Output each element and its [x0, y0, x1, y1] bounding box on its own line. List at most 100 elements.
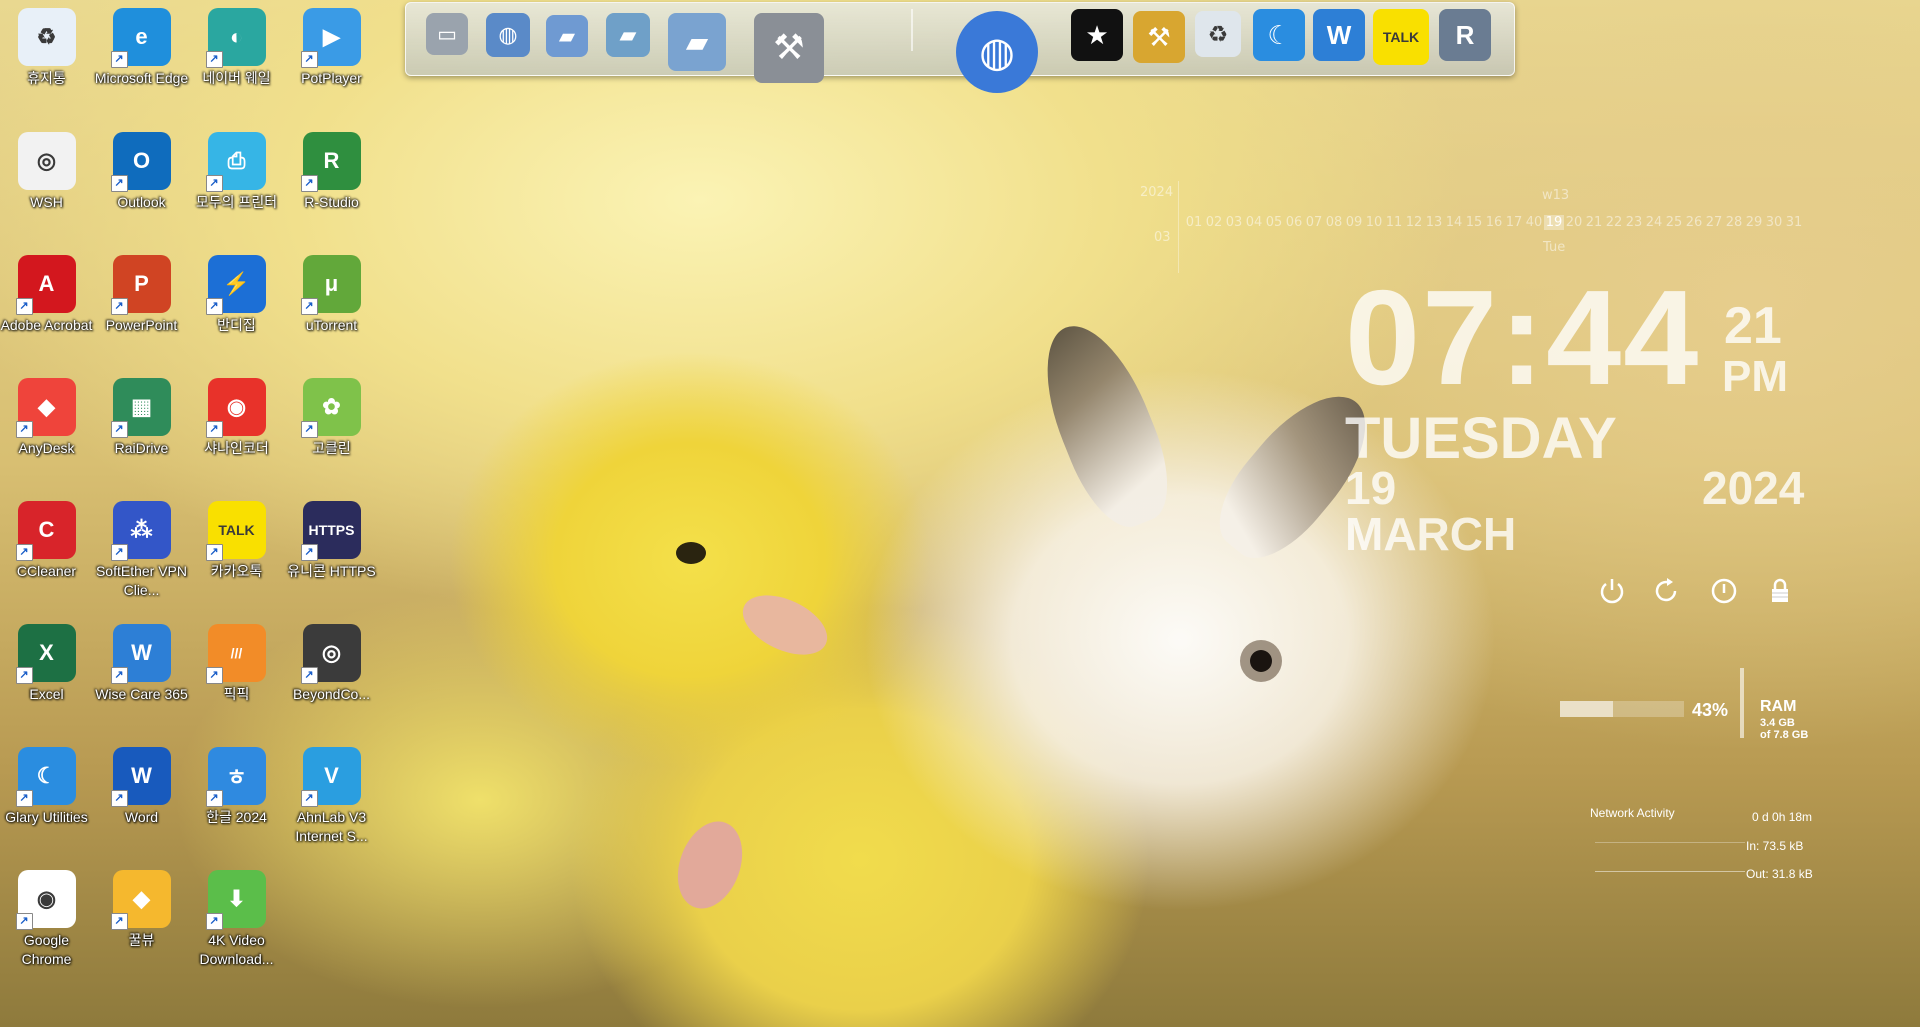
rabbit-ear	[1023, 310, 1187, 540]
shortcut-arrow-icon: ↗	[15, 790, 33, 807]
folder-icon[interactable]: ▰	[546, 15, 588, 57]
raidrive-icon: ▦ ↗	[110, 378, 171, 438]
network-in: In: 73.5 kB	[1746, 839, 1804, 853]
ram-usage-bar	[1560, 701, 1684, 717]
icon-glyph: ▶	[323, 24, 340, 49]
calendar-day: 15	[1465, 215, 1483, 230]
dock-glyph: ★	[1071, 9, 1123, 61]
trash-icon[interactable]: ♻	[1195, 11, 1241, 57]
desktop-icon-honeyview[interactable]: ◆ ↗ 꿀뷰	[94, 864, 189, 950]
desktop-icon-label: WSH	[30, 194, 63, 210]
desktop-icon-recycle-bin[interactable]: ♻ 휴지통	[0, 2, 94, 88]
goclean-icon: ✿ ↗	[300, 378, 361, 438]
desktop-icon-ahnlab-v3[interactable]: V ↗ AhnLab V3 Internet S...	[284, 741, 379, 846]
hammer-wrench-icon[interactable]: ⚒	[1133, 11, 1185, 63]
power-icon[interactable]	[1594, 573, 1630, 609]
desktop-icon-edge[interactable]: e ↗ Microsoft Edge	[94, 2, 189, 88]
r-drive-icon[interactable]: R	[1439, 9, 1491, 61]
ram-total: of 7.8 GB	[1760, 729, 1809, 741]
wise-shield-icon[interactable]: W	[1313, 9, 1365, 61]
desktop-icon-acrobat[interactable]: A ↗ Adobe Acrobat	[0, 249, 94, 335]
shortcut-arrow-icon: ↗	[205, 298, 223, 315]
desktop-icon-naver-whale[interactable]: ◐ ↗ 네이버 웨일	[189, 2, 284, 88]
desktop-icon-wsh[interactable]: ◎ WSH	[0, 126, 94, 212]
dock-glyph: ▰	[546, 15, 588, 57]
ram-percent: 43%	[1692, 700, 1729, 720]
desktop-icon-glary-utilities[interactable]: ☾ ↗ Glary Utilities	[0, 741, 94, 827]
duck-beak	[666, 812, 754, 918]
clock-ampm: PM	[1722, 352, 1788, 401]
icon-glyph: ◎	[36, 148, 57, 173]
dock-glyph: ⚒	[1133, 11, 1185, 63]
word-icon: W ↗	[110, 747, 171, 807]
calendar-day: 11	[1385, 215, 1403, 230]
calendar-day: 02	[1205, 215, 1223, 230]
desktop-icon-goclean[interactable]: ✿ ↗ 고클린	[284, 372, 379, 458]
desktop-icon-picpick[interactable]: /// ↗ 픽픽	[189, 618, 284, 704]
calendar-day: 27	[1705, 215, 1723, 230]
desktop-icon-label: 샤나인코더	[204, 440, 269, 456]
desktop-icon-bandizip[interactable]: ⚡ ↗ 반디집	[189, 249, 284, 335]
desktop-icon-excel[interactable]: X ↗ Excel	[0, 618, 94, 704]
ram-used: 3.4 GB	[1760, 717, 1795, 729]
folder-images-icon[interactable]: ▰	[606, 13, 650, 57]
desktop-icon-potplayer[interactable]: ▶ ↗ PotPlayer	[284, 2, 379, 88]
icon-glyph: μ	[324, 271, 339, 296]
kakaotalk-icon[interactable]: TALK	[1373, 9, 1429, 65]
folder-open-icon[interactable]: ▰	[668, 13, 726, 71]
shortcut-arrow-icon: ↗	[15, 667, 33, 684]
desktop-icon-raidrive[interactable]: ▦ ↗ RaiDrive	[94, 372, 189, 458]
desktop-icon-anydesk[interactable]: ◆ ↗ AnyDesk	[0, 372, 94, 458]
hangul-icon: ㅎ ↗	[205, 747, 266, 807]
desktop-icon-label: 4K Video Download...	[199, 932, 274, 967]
desktop-icon-softether-vpn[interactable]: ⁂ ↗ SoftEther VPN Clie...	[94, 495, 189, 600]
icon-glyph: ◎	[321, 640, 342, 665]
chrome-icon: ◉ ↗	[15, 870, 76, 930]
shortcut-arrow-icon: ↗	[15, 544, 33, 561]
edge-icon: e ↗	[110, 8, 171, 68]
shortcut-arrow-icon: ↗	[110, 421, 128, 438]
dock-glyph: ⚒	[754, 13, 824, 83]
dock-separator	[911, 9, 913, 51]
network-icon[interactable]: ◍	[486, 13, 530, 57]
ahnlab-v3-icon: V ↗	[300, 747, 361, 807]
desktop-icon-outlook[interactable]: O ↗ Outlook	[94, 126, 189, 212]
calendar-divider	[1178, 181, 1179, 273]
picpick-icon: /// ↗	[205, 624, 266, 684]
excel-icon: X ↗	[15, 624, 76, 684]
tools-icon[interactable]: ⚒	[754, 13, 824, 83]
icon-glyph: ㅎ	[226, 765, 247, 790]
globe-icon[interactable]: ◍	[956, 11, 1038, 93]
desktop-icon-label: SoftEther VPN Clie...	[95, 563, 188, 598]
ram-label: RAM	[1760, 698, 1797, 715]
desktop-icon-utorrent[interactable]: μ ↗ uTorrent	[284, 249, 379, 335]
desktop-icon-label: CCleaner	[16, 563, 77, 579]
restart-icon[interactable]	[1648, 573, 1684, 609]
desktop-icon-word[interactable]: W ↗ Word	[94, 741, 189, 827]
desktop-icon-beyond-compare[interactable]: ◎ ↗ BeyondCo...	[284, 618, 379, 704]
dock-toolbar: ▭ ◍ ▰ ▰ ▰ ⚒ ◍ ★ ⚒ ♻ ☾ W TALK R	[405, 2, 1515, 93]
desktop-icon-4k-video-downloader[interactable]: ⬇ ↗ 4K Video Download...	[189, 864, 284, 969]
clock-time: 07:44	[1345, 262, 1701, 413]
desktop-icon-chrome[interactable]: ◉ ↗ Google Chrome	[0, 864, 94, 969]
desktop-icon-r-studio[interactable]: R ↗ R-Studio	[284, 126, 379, 212]
desktop-icon-label: 반디집	[217, 317, 256, 333]
desktop-icon-shana-encoder[interactable]: ◉ ↗ 샤나인코더	[189, 372, 284, 458]
desktop-icon-label: 한글 2024	[206, 809, 267, 825]
tshirt-icon[interactable]: ★	[1071, 9, 1123, 61]
lock-icon[interactable]	[1762, 573, 1798, 609]
desktop-icon-printer[interactable]: ⎙ ↗ 모두의 프린터	[189, 126, 284, 212]
desktop-icon-powerpoint[interactable]: P ↗ PowerPoint	[94, 249, 189, 335]
desktop-icon-hangul[interactable]: ㅎ ↗ 한글 2024	[189, 741, 284, 827]
desktop-icon-kakaotalk[interactable]: TALK ↗ 카카오톡	[189, 495, 284, 581]
my-computer-icon[interactable]: ▭	[426, 13, 468, 55]
desktop-icon-unicorn-https[interactable]: HTTPS ↗ 유니콘 HTTPS	[284, 495, 379, 581]
shortcut-arrow-icon: ↗	[110, 913, 128, 930]
calendar-day: 06	[1285, 215, 1303, 230]
ram-usage-fill	[1560, 701, 1614, 717]
shutdown-icon[interactable]	[1706, 573, 1742, 609]
desktop-icon-ccleaner[interactable]: C ↗ CCleaner	[0, 495, 94, 581]
glary-moon-icon[interactable]: ☾	[1253, 9, 1305, 61]
anydesk-icon: ◆ ↗	[15, 378, 76, 438]
desktop-icon-wise-care[interactable]: W ↗ Wise Care 365	[94, 618, 189, 704]
